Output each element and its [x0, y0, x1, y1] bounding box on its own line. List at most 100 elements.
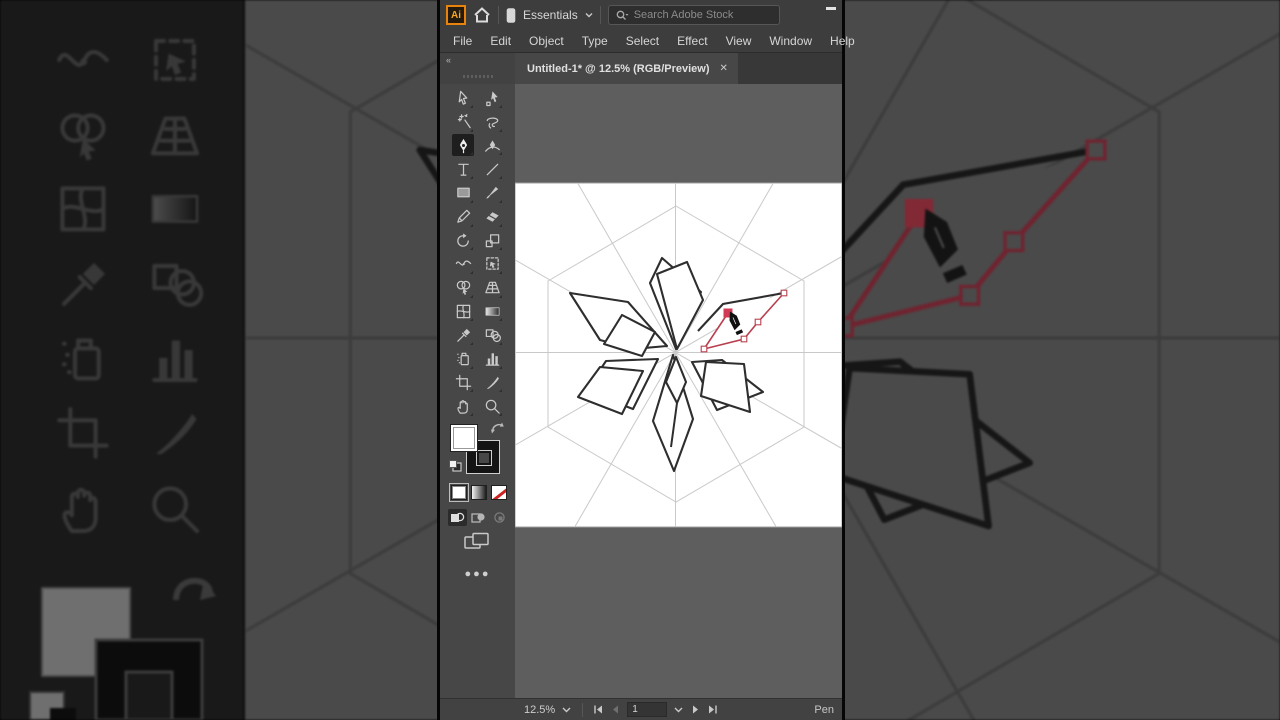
draw-normal-button[interactable]: [448, 509, 467, 526]
tool-column-graph[interactable]: [481, 348, 503, 370]
anchor-point: [740, 335, 748, 343]
menu-effect[interactable]: Effect: [668, 31, 716, 51]
artboard-number-field[interactable]: 1: [627, 702, 668, 717]
draw-inside-button[interactable]: [490, 509, 509, 526]
search-input[interactable]: [633, 9, 764, 21]
home-icon[interactable]: [473, 7, 491, 23]
tab-strip: « Untitled-1* @ 12.5% (RGB/Preview) ✕: [440, 53, 842, 84]
color-gradient-button[interactable]: [471, 485, 487, 500]
tool-selection[interactable]: [452, 87, 474, 109]
tool-lasso[interactable]: [481, 111, 503, 133]
menu-file[interactable]: File: [444, 31, 481, 51]
color-fill-button[interactable]: [449, 483, 469, 502]
window-control-partial[interactable]: [826, 7, 836, 10]
tool-type[interactable]: [452, 158, 474, 180]
canvas-area[interactable]: [515, 84, 842, 698]
lasso-icon: [486, 117, 498, 129]
tool-slice[interactable]: [481, 371, 503, 393]
menu-select[interactable]: Select: [617, 31, 668, 51]
tool-blend[interactable]: [481, 324, 503, 346]
menu-window[interactable]: Window: [760, 31, 821, 51]
tab-strip-empty: [737, 53, 842, 84]
tool-scale[interactable]: [481, 229, 503, 251]
collapse-panel-icon[interactable]: «: [446, 55, 451, 65]
column-graph-icon: [485, 353, 499, 366]
search-icon: [616, 10, 629, 20]
app-logo-icon[interactable]: Ai: [446, 5, 466, 25]
anchor-point: [959, 284, 981, 306]
menu-bar: File Edit Object Type Select Effect View Window…: [440, 30, 855, 53]
draw-behind-button[interactable]: [469, 509, 488, 526]
artboard-dropdown-icon[interactable]: [673, 704, 684, 715]
tool-perspective-grid[interactable]: [481, 277, 503, 299]
active-tool-indicator: Pen: [814, 703, 834, 716]
tool-paintbrush[interactable]: [481, 182, 503, 204]
tool-eraser[interactable]: [481, 206, 503, 228]
tool-shaper[interactable]: [452, 206, 474, 228]
default-fill-stroke-icon[interactable]: [448, 459, 463, 473]
menu-edit[interactable]: Edit: [481, 31, 520, 51]
free-transform-icon: [485, 257, 499, 271]
artboard: [515, 182, 842, 528]
type-icon: [457, 163, 469, 176]
illustrator-window: Ai Essentials Search Adobe Stock File Ed…: [437, 0, 855, 720]
menu-object[interactable]: Object: [520, 31, 573, 51]
selection-icon: [458, 90, 467, 105]
menu-view[interactable]: View: [717, 31, 761, 51]
menu-help[interactable]: Help: [821, 31, 864, 51]
anchor-point: [780, 289, 788, 297]
tool-rectangle[interactable]: [452, 182, 474, 204]
edit-toolbar-icon[interactable]: ●●●: [440, 568, 515, 580]
fill-color-swatch[interactable]: [450, 424, 478, 452]
tool-hand[interactable]: [452, 395, 474, 417]
rectangle-icon: [456, 187, 470, 198]
tool-symbol-sprayer[interactable]: [452, 348, 474, 370]
artboard-view[interactable]: [515, 84, 842, 698]
chevron-down-icon[interactable]: [585, 11, 593, 19]
change-screen-mode-icon[interactable]: [464, 532, 490, 550]
tool-pen[interactable]: [452, 134, 474, 157]
tool-direct-selection[interactable]: [481, 87, 503, 109]
tool-gradient[interactable]: [481, 300, 503, 322]
tool-artboard[interactable]: [452, 371, 474, 393]
last-artboard-icon[interactable]: [707, 704, 718, 715]
first-artboard-icon[interactable]: [593, 704, 604, 715]
mesh-icon: [456, 304, 470, 319]
tool-line-segment[interactable]: [481, 158, 503, 180]
divider: [498, 6, 499, 24]
previous-artboard-icon[interactable]: [610, 704, 621, 715]
tool-zoom[interactable]: [481, 395, 503, 417]
blend-icon: [485, 328, 501, 342]
stock-search[interactable]: [607, 5, 780, 25]
app-bar: Ai Essentials: [440, 0, 842, 30]
panel-grip[interactable]: [462, 75, 493, 78]
zoom-level[interactable]: 12.5%: [524, 704, 555, 716]
tool-rotate[interactable]: [452, 229, 474, 251]
menu-type[interactable]: Type: [573, 31, 617, 51]
workspace-switcher[interactable]: Essentials: [523, 8, 578, 22]
close-tab-icon[interactable]: ✕: [720, 63, 728, 74]
artboard-icon: [455, 374, 471, 391]
document-tab[interactable]: Untitled-1* @ 12.5% (RGB/Preview) ✕: [515, 53, 738, 84]
tool-shape-builder[interactable]: [452, 277, 474, 299]
anchor-point: [754, 318, 762, 326]
color-none-button[interactable]: [491, 485, 507, 500]
tool-eyedropper[interactable]: [452, 324, 474, 346]
tool-width[interactable]: [452, 253, 474, 275]
arrange-documents-icon[interactable]: [506, 7, 516, 23]
next-artboard-icon[interactable]: [690, 704, 701, 715]
toolbar-panel-header: «: [440, 53, 515, 84]
curvature-icon: [484, 140, 500, 152]
symbol-sprayer-icon: [456, 352, 469, 366]
paintbrush-icon: [485, 187, 498, 199]
shaper-icon: [456, 209, 470, 223]
divider: [599, 6, 601, 24]
tool-free-transform[interactable]: [481, 253, 503, 275]
swap-fill-stroke-icon[interactable]: [490, 421, 505, 434]
tool-magic-wand[interactable]: [452, 111, 474, 133]
zoom-dropdown-icon[interactable]: [561, 704, 572, 715]
shape-builder-icon: [456, 280, 470, 295]
tool-curvature[interactable]: [481, 134, 503, 156]
tool-mesh[interactable]: [452, 300, 474, 322]
pen-icon: [459, 138, 467, 154]
